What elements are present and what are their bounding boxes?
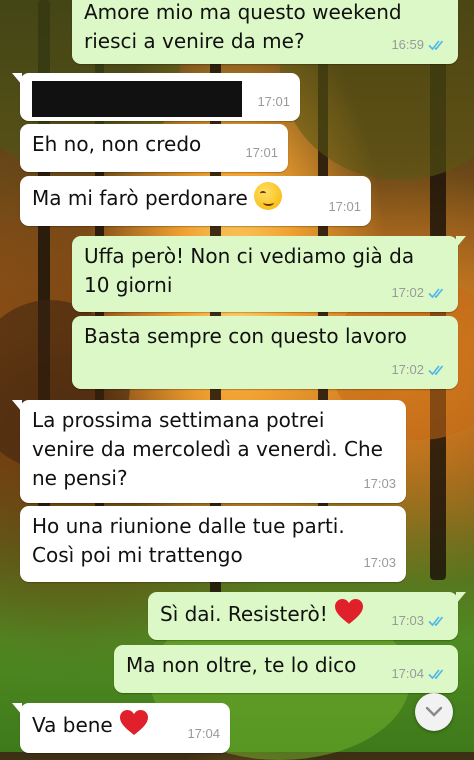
outgoing-message[interactable]: Uffa però! Non ci vediamo già da 10 gior…: [72, 236, 466, 312]
message-meta: 17:01: [257, 87, 290, 116]
outgoing-message[interactable]: Amore mio ma questo weekend riesci a ven…: [72, 0, 458, 64]
double-check-icon: [428, 287, 444, 298]
chevron-down-icon: [425, 706, 443, 717]
bubble-tail: [456, 592, 466, 604]
message-time: 17:01: [257, 94, 290, 109]
message-text: Ma mi farò perdonare: [32, 182, 359, 213]
outgoing-message[interactable]: Basta sempre con questo lavoro 17:02: [72, 316, 458, 389]
smirking-face-icon: [254, 182, 283, 210]
message-meta: 17:01: [245, 138, 278, 167]
message-time: 17:02: [391, 362, 424, 377]
message-body: Sì dai. Resisterò!: [160, 602, 328, 626]
message-time: 17:03: [363, 476, 396, 491]
double-check-icon: [428, 668, 444, 679]
incoming-message[interactable]: Ma mi farò perdonare 17:01: [20, 176, 371, 226]
message-meta: 16:59: [391, 30, 448, 59]
message-body: La prossima settimana potrei venire da m…: [32, 408, 383, 490]
chat-area[interactable]: Amore mio ma questo weekend riesci a ven…: [0, 0, 474, 753]
message-body: Ma non oltre, te lo dico: [126, 653, 357, 677]
message-body: Ho una riunione dalle tue parti. Così po…: [32, 514, 345, 567]
bubble-tail: [12, 73, 22, 85]
message-meta: 17:03: [363, 548, 396, 577]
message-time: 17:04: [391, 666, 424, 681]
message-time: 16:59: [391, 37, 424, 52]
outgoing-message[interactable]: Sì dai. Resisterò! 17:03: [148, 592, 466, 640]
message-time: 17:04: [187, 726, 220, 741]
message-body: Va bene: [32, 713, 113, 737]
bubble-tail: [456, 236, 466, 248]
incoming-message[interactable]: Ho una riunione dalle tue parti. Così po…: [20, 506, 406, 582]
message-body: Amore mio ma questo weekend riesci a ven…: [84, 0, 402, 53]
message-meta: 17:03: [391, 606, 448, 635]
message-meta: 17:04: [187, 719, 220, 748]
bubble-tail: [12, 703, 22, 715]
message-body: Uffa però! Non ci vediamo già da 10 gior…: [84, 244, 415, 297]
incoming-message[interactable]: La prossima settimana potrei venire da m…: [12, 400, 406, 503]
message-text: Basta sempre con questo lavoro: [84, 322, 446, 351]
message-meta: 17:03: [363, 469, 396, 498]
message-time: 17:01: [245, 145, 278, 160]
redacted-block: [32, 81, 242, 117]
message-meta: 17:01: [328, 192, 361, 221]
scroll-to-bottom-button[interactable]: [415, 693, 453, 731]
double-check-icon: [428, 39, 444, 50]
message-text: [32, 81, 288, 117]
message-body: Ma mi farò perdonare: [32, 186, 248, 210]
outgoing-message[interactable]: Ma non oltre, te lo dico 17:04: [114, 645, 458, 693]
message-meta: 17:02: [391, 355, 448, 384]
message-time: 17:02: [391, 285, 424, 300]
message-text: Eh no, non credo: [32, 130, 276, 159]
message-body: Basta sempre con questo lavoro: [84, 324, 407, 348]
message-time: 17:01: [328, 199, 361, 214]
red-heart-icon: [335, 599, 364, 624]
message-time: 17:03: [391, 613, 424, 628]
bubble-tail: [12, 400, 22, 412]
message-text: La prossima settimana potrei venire da m…: [32, 406, 394, 493]
message-text: Ho una riunione dalle tue parti. Così po…: [32, 512, 394, 570]
incoming-message[interactable]: Va bene 17:04: [12, 703, 230, 753]
incoming-message[interactable]: Eh no, non credo 17:01: [20, 124, 288, 172]
message-body: Eh no, non credo: [32, 132, 202, 156]
double-check-icon: [428, 364, 444, 375]
red-heart-icon: [120, 710, 149, 735]
message-meta: 17:04: [391, 659, 448, 688]
message-time: 17:03: [363, 555, 396, 570]
message-meta: 17:02: [391, 278, 448, 307]
incoming-message[interactable]: 17:01: [12, 73, 300, 121]
double-check-icon: [428, 615, 444, 626]
